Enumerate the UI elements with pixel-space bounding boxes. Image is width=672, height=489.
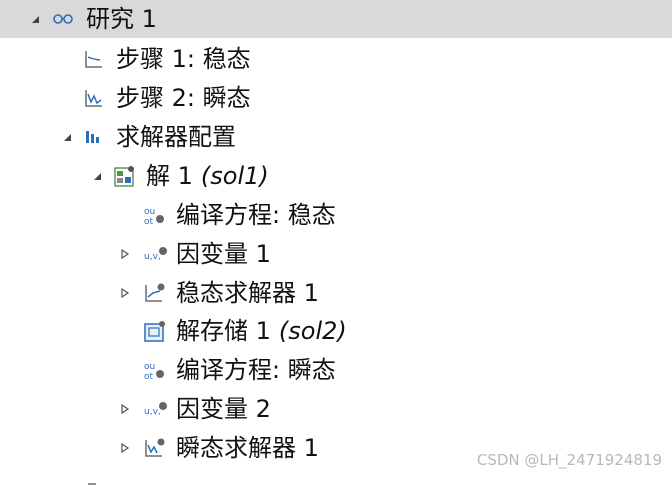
solution-icon (114, 166, 134, 187)
step-1-label: 步骤 1: 稳态 (116, 45, 251, 73)
solution-store-tag: (sol2) (278, 317, 347, 345)
watermark: CSDN @LH_2471924819 (476, 451, 662, 469)
expand-toggle[interactable] (118, 286, 132, 300)
svg-text:ou: ou (144, 362, 155, 372)
svg-text:ot: ot (144, 372, 154, 380)
stationary-step-icon (84, 49, 104, 69)
svg-text:ou: ou (144, 207, 155, 217)
compile-equations-transient-label: 编译方程: 瞬态 (176, 356, 336, 384)
tree-node-compile-equations-stationary[interactable]: ou ot 编译方程: 稳态 (0, 196, 672, 234)
tree-node-solution-1[interactable]: 解 1 (sol1) (0, 157, 672, 195)
expand-toggle[interactable] (90, 169, 104, 183)
compile-equations-stationary-label: 编译方程: 稳态 (176, 201, 336, 229)
compile-equations-icon: ou ot (144, 205, 164, 227)
tree-node-stationary-solver-1[interactable]: 稳态求解器 1 (0, 274, 672, 312)
solver-configurations-icon (84, 127, 104, 147)
svg-text:ot: ot (144, 217, 154, 225)
compile-equations-icon: ou ot (144, 360, 164, 382)
tree-node-solver-configurations[interactable]: 求解器配置 (0, 118, 672, 156)
tree-node-dependent-variables-2[interactable]: u,v, 因变量 2 (0, 390, 672, 428)
time-dependent-solver-1-label: 瞬态求解器 1 (176, 434, 319, 462)
tree-node-step-2[interactable]: 步骤 2: 瞬态 (0, 79, 672, 117)
solution-store-icon (144, 321, 165, 342)
tree-node-solution-store-1[interactable]: 解存储 1 (sol2) (0, 312, 672, 350)
transient-step-icon (84, 88, 104, 108)
tree-node-step-1[interactable]: 步骤 1: 稳态 (0, 40, 672, 78)
expand-toggle[interactable] (60, 130, 74, 144)
dependent-variables-icon: u,v, (144, 244, 167, 264)
expand-toggle[interactable] (118, 441, 132, 455)
stationary-solver-1-label: 稳态求解器 1 (176, 279, 319, 307)
solution-1-tag: (sol1) (200, 162, 269, 190)
expand-toggle[interactable] (118, 247, 132, 261)
step-2-label: 步骤 2: 瞬态 (116, 84, 251, 112)
dependent-variables-2-label: 因变量 2 (176, 395, 271, 423)
solver-configurations-label: 求解器配置 (116, 123, 236, 151)
tree-node-dependent-variables-1[interactable]: u,v, 因变量 1 (0, 235, 672, 273)
solution-store-1-label: 解存储 1 (sol2) (176, 317, 347, 345)
solution-1-label: 解 1 (sol1) (146, 162, 269, 190)
svg-text:u,v,: u,v, (144, 407, 161, 417)
study-icon (52, 9, 73, 29)
expand-toggle[interactable] (118, 402, 132, 416)
dependent-variables-icon: u,v, (144, 399, 167, 419)
tree-node-study-1[interactable]: 研究 1 (0, 0, 672, 38)
dependent-variables-1-label: 因变量 1 (176, 240, 271, 268)
svg-text:u,v,: u,v, (144, 252, 161, 262)
study-label: 研究 1 (86, 5, 157, 33)
next-node-stub (88, 470, 96, 485)
expand-toggle[interactable] (28, 12, 42, 26)
stationary-solver-icon (144, 283, 165, 303)
tree-node-compile-equations-transient[interactable]: ou ot 编译方程: 瞬态 (0, 351, 672, 389)
time-dependent-solver-icon (144, 438, 165, 458)
